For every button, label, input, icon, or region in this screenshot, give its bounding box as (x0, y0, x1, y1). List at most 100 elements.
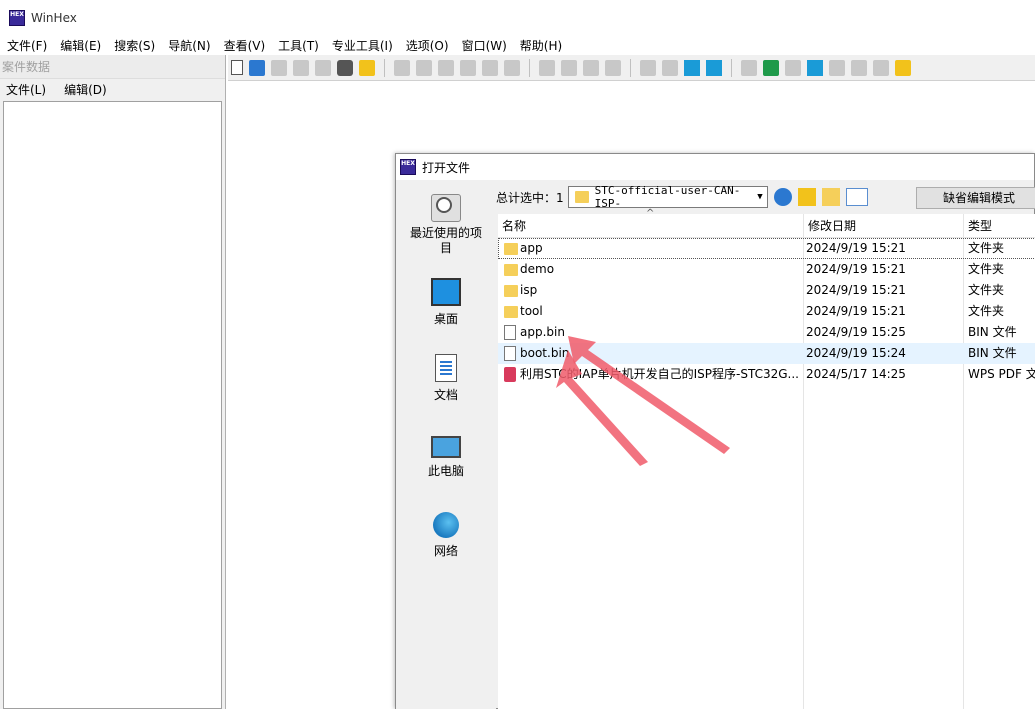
file-row[interactable]: app 2024/9/19 15:21 文件夹 (498, 238, 1035, 259)
file-type: BIN 文件 (968, 325, 1017, 339)
computer-icon (431, 436, 461, 458)
menu-tools[interactable]: 工具(T) (271, 37, 325, 54)
file-type: 文件夹 (968, 304, 1005, 318)
case-data-title: 案件数据 (0, 55, 226, 79)
goto-sector-icon[interactable] (662, 59, 678, 76)
file-row[interactable]: isp 2024/9/19 15:21 文件夹 (498, 280, 1035, 301)
back-arrow-icon[interactable] (684, 59, 700, 76)
goto-offset-icon[interactable] (640, 59, 656, 76)
menu-view[interactable]: 查看(V) (217, 37, 272, 54)
menu-bar: 文件(F) 编辑(E) 搜索(S) 导航(N) 查看(V) 工具(T) 专业工具… (0, 36, 1035, 54)
paste-icon[interactable] (460, 59, 476, 76)
desktop-icon (431, 278, 461, 306)
folder-icon (574, 191, 589, 203)
file-date: 2024/5/17 14:25 (806, 367, 906, 381)
find-hex-icon[interactable] (561, 59, 577, 76)
menu-navigate[interactable]: 导航(N) (161, 37, 216, 54)
calculator-icon[interactable] (807, 59, 823, 76)
default-edit-mode-button[interactable]: 缺省编辑模式 (916, 187, 1035, 209)
case-data-panel: 案件数据 文件(L) 编辑(D) (0, 55, 226, 709)
file-name: tool (520, 304, 543, 318)
place-recent[interactable]: 最近使用的项目 (396, 194, 496, 256)
replace-hex-icon[interactable] (605, 59, 621, 76)
file-name: demo (520, 262, 555, 276)
toolbar-separator (529, 58, 530, 77)
folder-icon (504, 306, 518, 318)
menu-file[interactable]: 文件(F) (0, 37, 53, 54)
copy-icon[interactable] (416, 59, 432, 76)
image-icon[interactable] (873, 59, 889, 76)
sort-ascending-icon: ^ (646, 208, 655, 219)
new-file-icon[interactable] (231, 60, 243, 75)
toolbar-separator (731, 58, 732, 77)
replace-text-icon[interactable] (583, 59, 599, 76)
file-type: 文件夹 (968, 241, 1005, 255)
recent-items-icon (431, 194, 461, 222)
case-data-tree[interactable] (3, 101, 222, 709)
export-icon[interactable] (359, 59, 375, 76)
clipboard-icon[interactable] (337, 59, 353, 76)
file-row[interactable]: 利用STC的IAP单片机开发自己的ISP程序-STC32G... 2024/5/… (498, 364, 1035, 385)
undo-icon[interactable] (394, 59, 410, 76)
binary-icon[interactable] (504, 59, 520, 76)
properties-icon[interactable] (315, 59, 331, 76)
file-name: boot.bin (520, 346, 570, 360)
menu-window[interactable]: 窗口(W) (455, 37, 513, 54)
toolbar-separator (630, 58, 631, 77)
place-network[interactable]: 网络 (396, 512, 496, 559)
file-name: app (520, 241, 543, 255)
folder-icon (504, 243, 518, 255)
cut-icon[interactable] (438, 59, 454, 76)
menu-options[interactable]: 选项(O) (399, 37, 455, 54)
find-icon[interactable] (539, 59, 555, 76)
disk-tool-icon[interactable] (763, 59, 779, 76)
place-this-pc[interactable]: 此电脑 (396, 436, 496, 479)
place-documents[interactable]: 文档 (396, 354, 496, 403)
place-desktop[interactable]: 桌面 (396, 278, 496, 327)
column-type[interactable]: 类型 (964, 214, 1035, 238)
file-type: 文件夹 (968, 262, 1005, 276)
column-date[interactable]: 修改日期 (804, 214, 964, 238)
menu-search[interactable]: 搜索(S) (107, 37, 161, 54)
menu-help[interactable]: 帮助(H) (513, 37, 568, 54)
save-icon[interactable] (271, 59, 287, 76)
up-folder-icon[interactable] (797, 188, 816, 206)
forward-arrow-icon[interactable] (706, 59, 722, 76)
view-menu-icon[interactable] (845, 188, 868, 206)
panel-splitter[interactable] (225, 55, 226, 709)
open-disk-icon[interactable] (741, 59, 757, 76)
file-row[interactable]: tool 2024/9/19 15:21 文件夹 (498, 301, 1035, 322)
case-menu-edit[interactable]: 编辑(D) (64, 81, 107, 98)
menu-pro-tools[interactable]: 专业工具(I) (325, 37, 399, 54)
file-date: 2024/9/19 15:21 (806, 304, 906, 318)
file-row[interactable]: boot.bin 2024/9/19 15:24 BIN 文件 (498, 343, 1035, 364)
place-label: 此电脑 (427, 464, 464, 478)
paste-special-icon[interactable] (482, 59, 498, 76)
hash-icon[interactable] (851, 59, 867, 76)
file-type: WPS PDF 文 (968, 367, 1035, 381)
print-icon[interactable] (293, 59, 309, 76)
file-list[interactable]: 名称 修改日期 类型 ^ app 2024/9/19 15:21 文件夹 dem… (498, 208, 1035, 709)
look-in-combo[interactable]: STC-official-user-CAN-ISP- ▼ (567, 184, 768, 210)
menu-edit[interactable]: 编辑(E) (53, 37, 107, 54)
open-file-icon[interactable] (249, 59, 265, 76)
settings-gear-icon[interactable] (895, 59, 911, 76)
file-name: app.bin (520, 325, 565, 339)
case-menu-file[interactable]: 文件(L) (6, 81, 46, 98)
case-data-menu: 文件(L) 编辑(D) (0, 79, 226, 99)
chevron-down-icon[interactable]: ▼ (757, 192, 762, 202)
file-date: 2024/9/19 15:21 (806, 241, 906, 255)
open-file-dialog: HEX 打开文件 最近使用的项目 桌面 文档 此电脑 网络 总计选中：1 STC… (395, 153, 1035, 709)
new-folder-icon[interactable] (821, 188, 840, 206)
ram-icon[interactable] (785, 59, 801, 76)
file-row[interactable]: app.bin 2024/9/19 15:25 BIN 文件 (498, 322, 1035, 343)
title-bar: HEX WinHex (0, 0, 1035, 36)
winhex-logo-icon: HEX (400, 159, 416, 175)
look-in-value: STC-official-user-CAN-ISP- (594, 184, 741, 210)
file-row[interactable]: demo 2024/9/19 15:21 文件夹 (498, 259, 1035, 280)
dialog-title: 打开文件 (422, 160, 471, 175)
search-icon[interactable] (829, 59, 845, 76)
back-icon[interactable] (773, 188, 792, 206)
file-name: isp (520, 283, 538, 297)
documents-icon (435, 354, 457, 382)
